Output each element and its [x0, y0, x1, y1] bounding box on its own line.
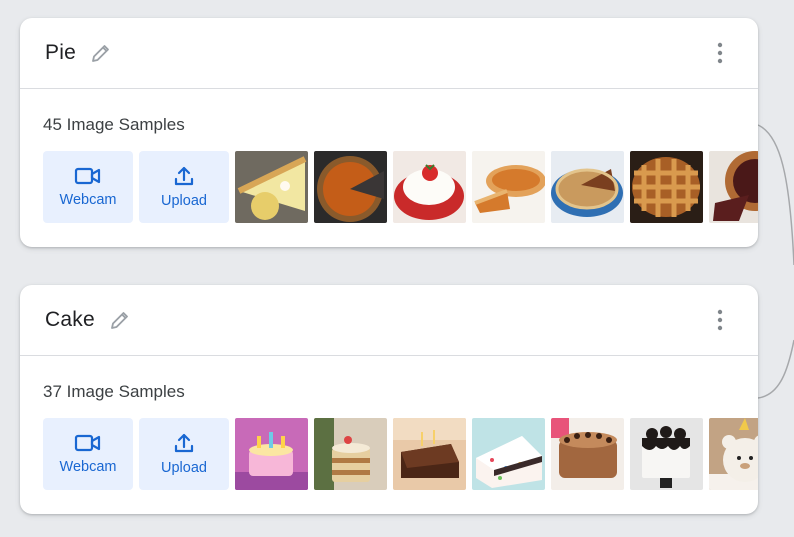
- upload-label: Upload: [161, 193, 207, 209]
- sample-thumbnail-pink-birthday-cake[interactable]: [235, 418, 308, 490]
- sample-row: Webcam Upload: [43, 151, 758, 223]
- sample-thumbnail-pumpkin-pie-slice[interactable]: [472, 151, 545, 223]
- videocam-icon: [74, 167, 101, 185]
- upload-button[interactable]: Upload: [139, 151, 229, 223]
- sample-thumbnail-chocolate-sheet-cake[interactable]: [393, 418, 466, 490]
- class-card-header: Pie: [20, 18, 758, 89]
- class-name[interactable]: Cake: [45, 308, 95, 332]
- sample-count: 37 Image Samples: [43, 382, 185, 401]
- sample-thumbnail-layer-cake-candles[interactable]: [314, 418, 387, 490]
- class-card-cake: Cake 37 Image Samples Webcam Upload: [20, 285, 758, 514]
- upload-label: Upload: [161, 460, 207, 476]
- webcam-button[interactable]: Webcam: [43, 418, 133, 490]
- sample-thumbnail-pumpkin-pie[interactable]: [314, 151, 387, 223]
- sample-thumbnail-chocolate-mousse-cake[interactable]: [551, 418, 624, 490]
- sample-thumbnail-funfetti-cake[interactable]: [472, 418, 545, 490]
- sample-row: Webcam Upload: [43, 418, 758, 490]
- pencil-icon[interactable]: [88, 40, 114, 66]
- class-card-pie: Pie 45 Image Samples Webcam Upload: [20, 18, 758, 247]
- more-vert-icon[interactable]: [708, 41, 732, 65]
- upload-button[interactable]: Upload: [139, 418, 229, 490]
- sample-count: 45 Image Samples: [43, 115, 185, 134]
- class-name[interactable]: Pie: [45, 41, 76, 65]
- webcam-label: Webcam: [59, 192, 117, 208]
- pencil-icon[interactable]: [107, 307, 133, 333]
- upload-icon: [174, 166, 194, 186]
- sample-thumbnail-cherry-pie[interactable]: [709, 151, 758, 223]
- webcam-button[interactable]: Webcam: [43, 151, 133, 223]
- sample-thumbnail-strawberry-cream-pie[interactable]: [393, 151, 466, 223]
- sample-thumbnail-lattice-apple-pie[interactable]: [630, 151, 703, 223]
- videocam-icon: [74, 434, 101, 452]
- sample-thumbnail-apple-pie-dish[interactable]: [551, 151, 624, 223]
- sample-thumbnail-bear-cake[interactable]: [709, 418, 758, 490]
- upload-icon: [174, 433, 194, 453]
- more-vert-icon[interactable]: [708, 308, 732, 332]
- class-card-header: Cake: [20, 285, 758, 356]
- sample-thumbnail-oreo-drip-cake[interactable]: [630, 418, 703, 490]
- sample-thumbnail-lemon-pie[interactable]: [235, 151, 308, 223]
- webcam-label: Webcam: [59, 459, 117, 475]
